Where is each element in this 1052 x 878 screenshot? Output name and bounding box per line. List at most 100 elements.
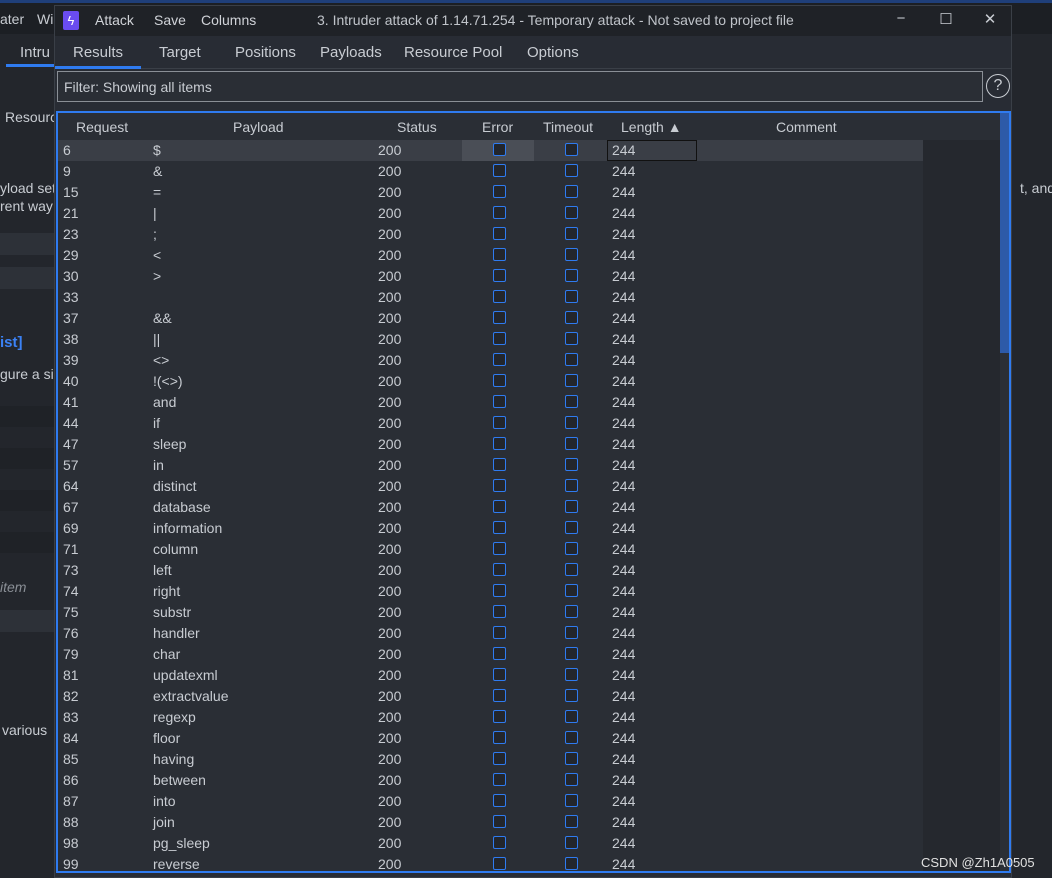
tab-positions[interactable]: Positions (235, 44, 296, 61)
menu-columns[interactable]: Columns (201, 12, 256, 28)
table-row[interactable]: 64 distinct 200 244 (58, 476, 923, 497)
error-checkbox[interactable] (493, 206, 506, 219)
table-row[interactable]: 44 if 200 244 (58, 413, 923, 434)
error-checkbox[interactable] (493, 836, 506, 849)
table-row[interactable]: 30 >200 244 (58, 266, 923, 287)
column-header-payload[interactable]: Payload (233, 119, 284, 135)
bg-tab-intruder[interactable]: Intru (20, 44, 50, 61)
tab-resource-pool[interactable]: Resource Pool (404, 44, 502, 61)
error-checkbox[interactable] (493, 416, 506, 429)
timeout-checkbox[interactable] (565, 374, 578, 387)
bg-menu-window[interactable]: Wi (37, 11, 53, 27)
table-row[interactable]: 38 || 200 244 (58, 329, 923, 350)
scrollbar-thumb[interactable] (1000, 113, 1009, 353)
timeout-checkbox[interactable] (565, 815, 578, 828)
timeout-checkbox[interactable] (565, 437, 578, 450)
timeout-checkbox[interactable] (565, 647, 578, 660)
timeout-checkbox[interactable] (565, 731, 578, 744)
error-checkbox[interactable] (493, 500, 506, 513)
timeout-checkbox[interactable] (565, 836, 578, 849)
error-checkbox[interactable] (493, 164, 506, 177)
error-checkbox[interactable] (493, 794, 506, 807)
column-header-timeout[interactable]: Timeout (543, 119, 593, 135)
table-row[interactable]: 6 $200 244 (58, 140, 923, 161)
error-checkbox[interactable] (493, 668, 506, 681)
error-checkbox[interactable] (493, 185, 506, 198)
error-checkbox[interactable] (493, 311, 506, 324)
menu-save[interactable]: Save (154, 12, 186, 28)
error-checkbox[interactable] (493, 773, 506, 786)
timeout-checkbox[interactable] (565, 584, 578, 597)
table-row[interactable]: 83 regexp 200 244 (58, 707, 923, 728)
timeout-checkbox[interactable] (565, 689, 578, 702)
timeout-checkbox[interactable] (565, 668, 578, 681)
tab-payloads[interactable]: Payloads (320, 44, 382, 61)
error-checkbox[interactable] (493, 647, 506, 660)
error-checkbox[interactable] (493, 815, 506, 828)
timeout-checkbox[interactable] (565, 332, 578, 345)
error-checkbox[interactable] (493, 374, 506, 387)
table-row[interactable]: 74 right 200 244 (58, 581, 923, 602)
table-row[interactable]: 75 substr 200 244 (58, 602, 923, 623)
timeout-checkbox[interactable] (565, 164, 578, 177)
table-row[interactable]: 99 reverse 200 244 (58, 854, 923, 871)
error-checkbox[interactable] (493, 542, 506, 555)
table-row[interactable]: 47 sleep 200 244 (58, 434, 923, 455)
table-row[interactable]: 57 in 200 244 (58, 455, 923, 476)
timeout-checkbox[interactable] (565, 416, 578, 429)
timeout-checkbox[interactable] (565, 269, 578, 282)
error-checkbox[interactable] (493, 290, 506, 303)
column-header-error[interactable]: Error (482, 119, 513, 135)
error-checkbox[interactable] (493, 143, 506, 156)
error-checkbox[interactable] (493, 521, 506, 534)
table-row[interactable]: 84 floor 200 244 (58, 728, 923, 749)
timeout-checkbox[interactable] (565, 752, 578, 765)
error-checkbox[interactable] (493, 269, 506, 282)
table-row[interactable]: 82 extractvalue 200 244 (58, 686, 923, 707)
timeout-checkbox[interactable] (565, 500, 578, 513)
error-checkbox[interactable] (493, 710, 506, 723)
timeout-checkbox[interactable] (565, 227, 578, 240)
table-row[interactable]: 37 && 200 244 (58, 308, 923, 329)
timeout-checkbox[interactable] (565, 542, 578, 555)
table-row[interactable]: 29 <200 244 (58, 245, 923, 266)
table-row[interactable]: 67 database 200 244 (58, 497, 923, 518)
timeout-checkbox[interactable] (565, 290, 578, 303)
filter-bar[interactable]: Filter: Showing all items (57, 71, 983, 102)
column-header-length[interactable]: Length ▲ (621, 119, 682, 135)
column-header-status[interactable]: Status (397, 119, 437, 135)
table-row[interactable]: 15 = 200 244 (58, 182, 923, 203)
title-bar[interactable]: ϟ Attack Save Columns 3. Intruder attack… (55, 6, 1011, 36)
close-button[interactable]: ✕ (980, 10, 1000, 28)
bg-add-item-input[interactable]: item (0, 579, 26, 595)
table-row[interactable]: 71 column 200 244 (58, 539, 923, 560)
error-checkbox[interactable] (493, 248, 506, 261)
timeout-checkbox[interactable] (565, 626, 578, 639)
table-row[interactable]: 9 & 200 244 (58, 161, 923, 182)
table-row[interactable]: 81 updatexml 200 244 (58, 665, 923, 686)
bg-subtab-resource[interactable]: Resourc (5, 109, 57, 125)
table-row[interactable]: 21 | 200 244 (58, 203, 923, 224)
table-row[interactable]: 40 !(<>) 200 244 (58, 371, 923, 392)
timeout-checkbox[interactable] (565, 248, 578, 261)
bg-menu-repeater[interactable]: ater (0, 11, 24, 27)
error-checkbox[interactable] (493, 563, 506, 576)
timeout-checkbox[interactable] (565, 794, 578, 807)
timeout-checkbox[interactable] (565, 479, 578, 492)
help-icon[interactable]: ? (986, 74, 1010, 98)
error-checkbox[interactable] (493, 584, 506, 597)
error-checkbox[interactable] (493, 395, 506, 408)
error-checkbox[interactable] (493, 353, 506, 366)
timeout-checkbox[interactable] (565, 311, 578, 324)
error-checkbox[interactable] (493, 437, 506, 450)
timeout-checkbox[interactable] (565, 773, 578, 786)
menu-attack[interactable]: Attack (95, 12, 134, 28)
timeout-checkbox[interactable] (565, 206, 578, 219)
table-row[interactable]: 73 left 200 244 (58, 560, 923, 581)
column-header-comment[interactable]: Comment (776, 119, 837, 135)
timeout-checkbox[interactable] (565, 521, 578, 534)
bg-input[interactable] (0, 610, 54, 632)
table-row[interactable]: 23; 200 244 (58, 224, 923, 245)
table-row[interactable]: 76 handler 200 244 (58, 623, 923, 644)
tab-target[interactable]: Target (159, 44, 201, 61)
